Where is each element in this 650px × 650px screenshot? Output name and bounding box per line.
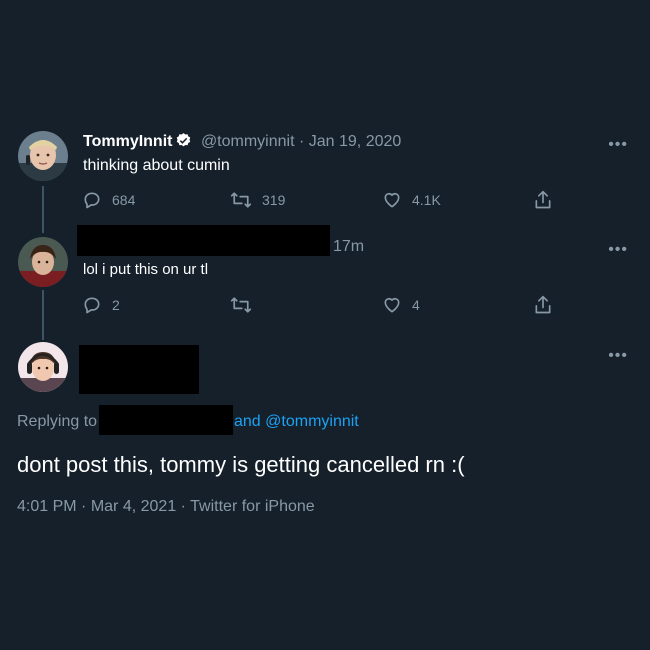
like-button[interactable]: 4 [382,295,420,315]
reply-count: 684 [112,192,136,208]
thread-line [42,290,44,340]
like-count: 4 [412,297,420,313]
redacted-author-name [77,225,330,256]
like-button[interactable]: 4.1K [382,190,441,210]
redacted-reply-handle [99,405,233,435]
share-button[interactable] [533,189,553,211]
avatar-replier[interactable] [18,237,68,287]
avatar-focused-author[interactable] [18,342,68,392]
retweet-button[interactable] [230,295,262,315]
replying-to-line: Replying to [17,413,97,431]
verified-badge-icon [175,132,192,154]
reply-icon [82,295,102,315]
replying-to-label: Replying to [17,413,98,430]
redacted-author-identity [79,345,199,394]
retweet-icon [230,190,252,210]
replying-handle-link[interactable]: @tommyinnit [265,413,359,430]
reply-icon [82,190,102,210]
more-options-icon[interactable]: ••• [608,136,628,154]
like-count: 4.1K [412,192,441,208]
tweet1-header: TommyInnit @tommyinnit · Jan 19, 2020 [83,132,401,154]
more-options-icon[interactable]: ••• [608,241,628,259]
tweet-time[interactable]: 4:01 PM [17,498,77,515]
tweet-time[interactable]: 17m [333,238,364,256]
reply-button[interactable]: 2 [82,295,120,315]
replying-to-handles: and @tommyinnit [234,413,359,431]
author-handle[interactable]: @tommyinnit [201,133,295,150]
tweet-text: lol i put this on ur tl [83,261,209,278]
separator-dot: · [180,498,186,515]
replying-and: and [234,413,261,430]
retweet-count: 319 [262,192,286,208]
focused-tweet-text: dont post this, tommy is getting cancell… [17,452,465,477]
author-name[interactable]: TommyInnit [83,133,172,150]
thread-line [42,186,44,233]
retweet-icon [230,295,252,315]
tweet-source[interactable]: Twitter for iPhone [190,498,315,515]
reply-button[interactable]: 684 [82,190,135,210]
separator-dot: · [81,498,87,515]
share-icon [533,294,553,316]
separator-dot: · [298,133,305,150]
more-options-icon[interactable]: ••• [608,347,628,365]
reply-count: 2 [112,297,120,313]
tweet-date[interactable]: Jan 19, 2020 [309,133,402,150]
heart-icon [382,190,402,210]
avatar-tommyinnit[interactable] [18,131,68,181]
tweet-text: thinking about cumin [83,157,230,174]
heart-icon [382,295,402,315]
share-icon [533,189,553,211]
tweet-date[interactable]: Mar 4, 2021 [91,498,176,515]
retweet-button[interactable]: 319 [230,190,285,210]
tweet-meta: 4:01 PM · Mar 4, 2021 · Twitter for iPho… [17,498,315,516]
share-button[interactable] [533,294,553,316]
